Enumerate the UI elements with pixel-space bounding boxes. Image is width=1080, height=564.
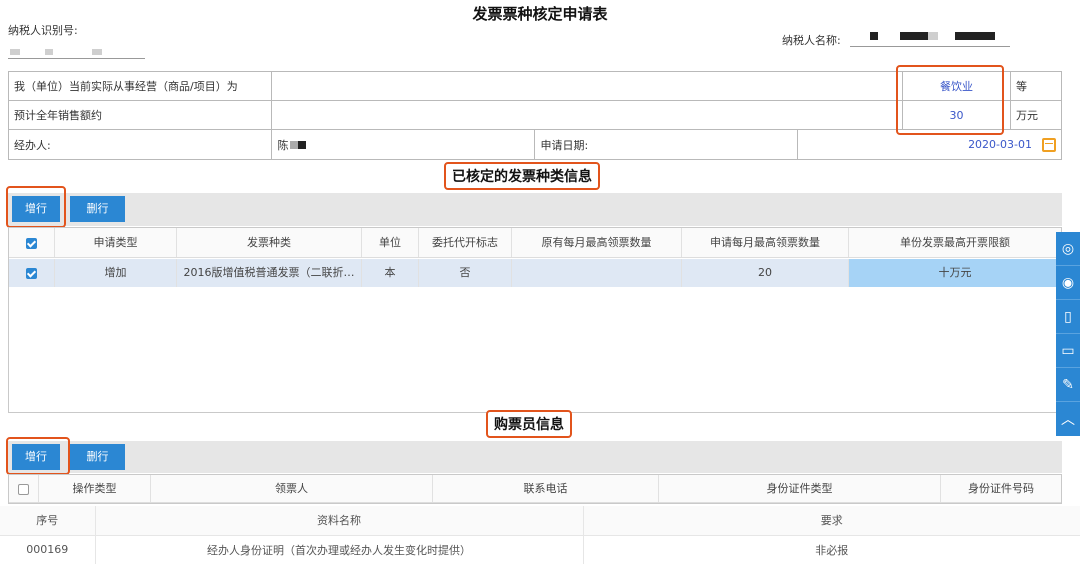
doc-no: 000169 bbox=[0, 535, 96, 564]
redacted-agent-1 bbox=[290, 140, 299, 149]
redacted-name-3 bbox=[928, 32, 938, 40]
cell-flag: 否 bbox=[419, 259, 512, 287]
calendar-icon[interactable] bbox=[1042, 137, 1056, 152]
add-row-highlight bbox=[6, 186, 66, 228]
section2-title: 购票员信息 bbox=[486, 410, 572, 438]
col-apply-max: 申请每月最高领票数量 bbox=[682, 228, 849, 257]
chevron-up-icon[interactable]: ︿ bbox=[1056, 402, 1080, 436]
taxpayer-id-label: 纳税人识别号: bbox=[8, 24, 78, 37]
value-highlight bbox=[896, 65, 1004, 135]
page-title: 发票票种核定申请表 bbox=[472, 5, 608, 23]
redacted-name-2 bbox=[900, 32, 928, 40]
section1-toolbar bbox=[8, 193, 1062, 226]
date-value[interactable]: 2020-03-01 bbox=[968, 138, 1032, 151]
weibo-icon[interactable]: ◉ bbox=[1056, 266, 1080, 300]
col-phone: 联系电话 bbox=[433, 475, 659, 502]
cell-limit[interactable]: 十万元 bbox=[849, 259, 1061, 287]
redacted-id-1 bbox=[10, 49, 20, 55]
doc-col-req: 要求 bbox=[583, 506, 1080, 536]
business-suffix: 等 bbox=[1010, 71, 1062, 101]
sales-label: 预计全年销售额约 bbox=[7, 100, 273, 130]
col-receiver: 领票人 bbox=[151, 475, 433, 502]
table-row[interactable]: 增加 2016版增值税普通发票（二联折… 本 否 20 十万元 bbox=[9, 259, 1061, 287]
doc-name: 经办人身份证明（首次办理或经办人发生变化时提供） bbox=[95, 535, 584, 564]
col-orig-max: 原有每月最高领票数量 bbox=[512, 228, 682, 257]
doc-col-no: 序号 bbox=[0, 506, 96, 536]
buyer-select-all-checkbox[interactable] bbox=[18, 483, 29, 495]
date-label: 申请日期: bbox=[535, 130, 799, 159]
edit-icon[interactable]: ✎ bbox=[1056, 368, 1080, 402]
doc-col-name: 资料名称 bbox=[95, 506, 584, 536]
col-delegate-flag: 委托代开标志 bbox=[419, 228, 512, 257]
cell-apply: 20 bbox=[682, 259, 849, 287]
select-all-checkbox[interactable] bbox=[26, 237, 37, 249]
business-blank bbox=[271, 71, 904, 101]
documents-table: 序号 资料名称 要求 000169 经办人身份证明（首次办理或经办人发生变化时提… bbox=[0, 506, 1080, 564]
agent-label: 经办人: bbox=[7, 129, 273, 160]
cell-kind: 2016版增值税普通发票（二联折… bbox=[177, 259, 362, 287]
taxpayer-name-field bbox=[850, 46, 1010, 47]
doc-req: 非必报 bbox=[583, 535, 1080, 564]
cell-orig bbox=[512, 259, 682, 287]
section2-toolbar bbox=[8, 441, 1062, 473]
qq-icon[interactable]: ◎ bbox=[1056, 232, 1080, 266]
taxpayer-id-field bbox=[8, 58, 145, 59]
invoice-grid-header: 申请类型 发票种类 单位 委托代开标志 原有每月最高领票数量 申请每月最高领票数… bbox=[9, 228, 1061, 258]
buyer-add-highlight bbox=[6, 437, 70, 475]
cell-type: 增加 bbox=[55, 259, 177, 287]
business-label: 我（单位）当前实际从事经营（商品/项目）为 bbox=[7, 71, 273, 101]
section1-title: 已核定的发票种类信息 bbox=[444, 162, 600, 190]
sales-blank bbox=[271, 100, 904, 130]
buyer-delete-row-button[interactable]: 删行 bbox=[70, 444, 125, 470]
taxpayer-name-label: 纳税人名称: bbox=[782, 34, 841, 47]
redacted-name-1 bbox=[870, 32, 878, 40]
mobile-icon[interactable]: ▯ bbox=[1056, 300, 1080, 334]
sales-suffix: 万元 bbox=[1010, 100, 1062, 130]
col-unit: 单位 bbox=[362, 228, 419, 257]
side-toolbar: ◎ ◉ ▯ ▭ ✎ ︿ bbox=[1056, 232, 1080, 436]
col-op-type: 操作类型 bbox=[39, 475, 151, 502]
delete-row-button[interactable]: 删行 bbox=[70, 196, 125, 222]
redacted-agent-2 bbox=[298, 140, 307, 149]
buyer-grid: 操作类型 领票人 联系电话 身份证件类型 身份证件号码 bbox=[8, 474, 1062, 504]
agent-value[interactable]: 陈 bbox=[277, 137, 288, 153]
col-id-number: 身份证件号码 bbox=[968, 482, 1034, 495]
row-checkbox[interactable] bbox=[26, 267, 37, 279]
tablet-icon[interactable]: ▭ bbox=[1056, 334, 1080, 368]
invoice-grid: 申请类型 发票种类 单位 委托代开标志 原有每月最高领票数量 申请每月最高领票数… bbox=[8, 227, 1062, 413]
col-id-type: 身份证件类型 bbox=[659, 475, 941, 502]
col-invoice-kind: 发票种类 bbox=[177, 228, 362, 257]
buyer-grid-header: 操作类型 领票人 联系电话 身份证件类型 身份证件号码 bbox=[9, 475, 1061, 503]
cell-unit: 本 bbox=[362, 259, 419, 287]
col-max-limit: 单份发票最高开票限额 bbox=[900, 236, 1010, 249]
redacted-name-4 bbox=[955, 32, 995, 40]
col-apply-type: 申请类型 bbox=[55, 228, 177, 257]
redacted-id-2 bbox=[45, 49, 53, 55]
redacted-id-3 bbox=[92, 49, 102, 55]
table-row: 000169 经办人身份证明（首次办理或经办人发生变化时提供） 非必报 bbox=[0, 535, 1080, 564]
